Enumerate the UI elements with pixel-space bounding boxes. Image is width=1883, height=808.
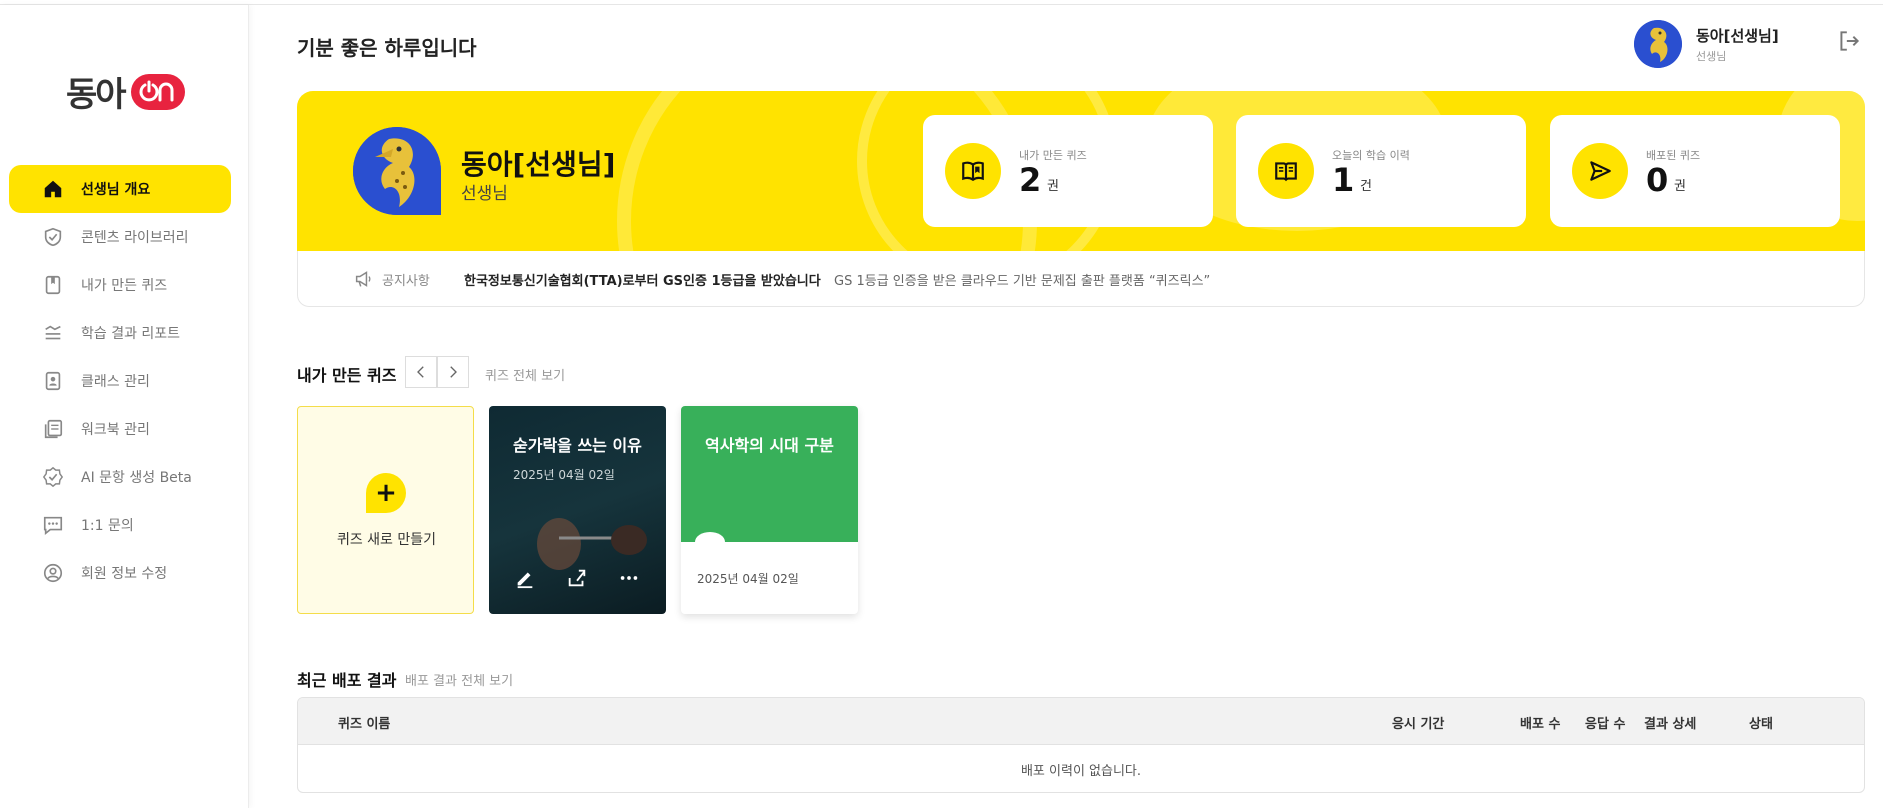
- quiz-card-title: 숟가락을 쓰는 이유: [513, 436, 642, 455]
- table-header: 퀴즈 이름 응시 기간 배포 수 응답 수 결과 상세 상태: [298, 698, 1864, 745]
- badge-check-icon: [41, 465, 65, 489]
- new-quiz-card[interactable]: + 퀴즈 새로 만들기: [297, 406, 474, 614]
- report-lines-icon: [41, 321, 65, 345]
- sidebar: 동아 선생님 개요 콘텐츠 라이브러리 내가 만든 퀴즈 학습 결과 리포트 클…: [0, 5, 249, 808]
- quiz-card-title: 역사학의 시대 구분: [705, 436, 834, 455]
- edit-button[interactable]: [513, 566, 537, 590]
- quiz-card-cover: [681, 406, 858, 542]
- sidebar-item-inquiry[interactable]: 1:1 문의: [9, 501, 231, 549]
- user-file-icon: [41, 369, 65, 393]
- new-quiz-label: 퀴즈 새로 만들기: [336, 532, 437, 548]
- stat-value: 0: [1646, 161, 1669, 199]
- megaphone-icon: [354, 270, 374, 288]
- sidebar-item-edit-profile[interactable]: 회원 정보 수정: [9, 549, 231, 597]
- stat-deployed-quiz: 배포된 퀴즈 0 권: [1550, 115, 1840, 227]
- profile-avatar: [353, 127, 441, 215]
- sidebar-item-label: 회원 정보 수정: [81, 566, 168, 582]
- more-horizontal-icon: [620, 576, 638, 580]
- sidebar-item-learning-report[interactable]: 학습 결과 리포트: [9, 309, 231, 357]
- logout-button[interactable]: [1836, 28, 1862, 54]
- user-role: 선생님: [1696, 49, 1727, 63]
- pencil-icon: [517, 572, 533, 589]
- logo-badge: [130, 73, 185, 110]
- stat-value: 2: [1019, 161, 1042, 199]
- chevron-left-icon: [417, 366, 424, 378]
- logo[interactable]: 동아: [66, 67, 185, 116]
- column-quiz-name: 퀴즈 이름: [338, 717, 391, 732]
- profile-name: 동아[선생님]: [461, 148, 616, 181]
- quiz-next-button[interactable]: [437, 356, 469, 388]
- shield-check-icon: [41, 225, 65, 249]
- sidebar-nav: 선생님 개요 콘텐츠 라이브러리 내가 만든 퀴즈 학습 결과 리포트 클래스 …: [9, 165, 231, 597]
- my-quiz-section-title: 내가 만든 퀴즈: [297, 366, 397, 385]
- user-circle-icon: [41, 561, 65, 585]
- sidebar-item-label: 콘텐츠 라이브러리: [81, 230, 189, 246]
- stat-unit: 권: [1674, 179, 1686, 194]
- sidebar-item-my-quiz[interactable]: 내가 만든 퀴즈: [9, 261, 231, 309]
- notice-description: GS 1등급 인증을 받은 클라우드 기반 문제집 출판 플랫폼 “퀴즈릭스”: [834, 274, 1211, 289]
- quiz-view-all-link[interactable]: 퀴즈 전체 보기: [485, 365, 565, 384]
- quiz-card[interactable]: 숟가락을 쓰는 이유 2025년 04월 02일: [489, 406, 666, 614]
- column-response-count: 응답 수: [1585, 717, 1626, 732]
- sidebar-item-label: 1:1 문의: [81, 518, 134, 534]
- chat-icon: [41, 513, 65, 537]
- sidebar-item-teacher-overview[interactable]: 선생님 개요: [9, 165, 231, 213]
- profile-role: 선생님: [461, 184, 508, 204]
- quiz-card[interactable]: 역사학의 시대 구분 2025년 04월 02일: [681, 406, 858, 614]
- column-exam-period: 응시 기간: [1392, 717, 1445, 732]
- deploy-view-all-link[interactable]: 배포 결과 전체 보기: [405, 670, 513, 689]
- deploy-section-title: 최근 배포 결과: [297, 671, 397, 690]
- notice-bar[interactable]: 공지사항 한국정보통신기술협회(TTA)로부터 GS인증 1등급을 받았습니다 …: [297, 251, 1865, 307]
- sidebar-item-label: 선생님 개요: [81, 182, 151, 198]
- quiz-prev-button[interactable]: [405, 356, 437, 388]
- page-greeting: 기분 좋은 하루입니다: [297, 36, 477, 60]
- deploy-table: 퀴즈 이름 응시 기간 배포 수 응답 수 결과 상세 상태 배포 이력이 없습…: [297, 697, 1865, 793]
- logo-text: 동아: [66, 75, 127, 115]
- sidebar-item-label: 내가 만든 퀴즈: [81, 278, 168, 294]
- sidebar-item-ai-question-generation[interactable]: AI 문항 생성 Beta: [9, 453, 231, 501]
- spoon-image: [537, 518, 647, 570]
- share-button[interactable]: [565, 566, 589, 590]
- stat-unit: 건: [1360, 179, 1372, 194]
- open-book-icon: [945, 143, 1001, 199]
- column-deploy-count: 배포 수: [1520, 717, 1561, 732]
- stat-my-quiz: 내가 만든 퀴즈 2 권: [923, 115, 1213, 227]
- workbook-icon: [41, 417, 65, 441]
- table-empty-message: 배포 이력이 없습니다.: [1020, 763, 1142, 779]
- sidebar-item-label: 워크북 관리: [81, 422, 150, 438]
- user-name: 동아[선생님]: [1696, 26, 1779, 45]
- stat-unit: 권: [1047, 179, 1059, 194]
- stat-value: 1: [1332, 161, 1355, 199]
- user-menu[interactable]: 동아[선생님] 선생님: [1634, 20, 1779, 68]
- sidebar-item-content-library[interactable]: 콘텐츠 라이브러리: [9, 213, 231, 261]
- top-border: [0, 0, 1883, 5]
- avatar: [1634, 20, 1682, 68]
- home-icon: [41, 177, 65, 201]
- notice-tag: 공지사항: [382, 274, 430, 289]
- sidebar-item-label: 클래스 관리: [81, 374, 150, 390]
- sidebar-item-class-management[interactable]: 클래스 관리: [9, 357, 231, 405]
- sidebar-item-workbook-management[interactable]: 워크북 관리: [9, 405, 231, 453]
- profile-banner: 동아[선생님] 선생님 내가 만든 퀴즈 2 권 오늘의 학습 이력 1 건 배…: [297, 91, 1865, 251]
- power-on-icon: [139, 80, 174, 101]
- book-icon: [1258, 143, 1314, 199]
- sidebar-item-label: 학습 결과 리포트: [81, 326, 181, 342]
- quiz-card-date: 2025년 04월 02일: [513, 468, 615, 482]
- column-result-detail: 결과 상세: [1644, 717, 1697, 732]
- quiz-card-date: 2025년 04월 02일: [697, 572, 799, 586]
- plus-icon: +: [366, 473, 406, 513]
- more-button[interactable]: [617, 566, 641, 590]
- sidebar-item-label: AI 문항 생성 Beta: [81, 470, 192, 486]
- share-icon: [568, 569, 586, 587]
- column-status: 상태: [1749, 717, 1773, 732]
- notice-title[interactable]: 한국정보통신기술협회(TTA)로부터 GS인증 1등급을 받았습니다: [464, 270, 821, 289]
- chevron-right-icon: [450, 366, 457, 378]
- stat-today-history: 오늘의 학습 이력 1 건: [1236, 115, 1526, 227]
- logout-icon: [1840, 31, 1860, 51]
- bookmark-icon: [41, 273, 65, 297]
- send-icon: [1572, 143, 1628, 199]
